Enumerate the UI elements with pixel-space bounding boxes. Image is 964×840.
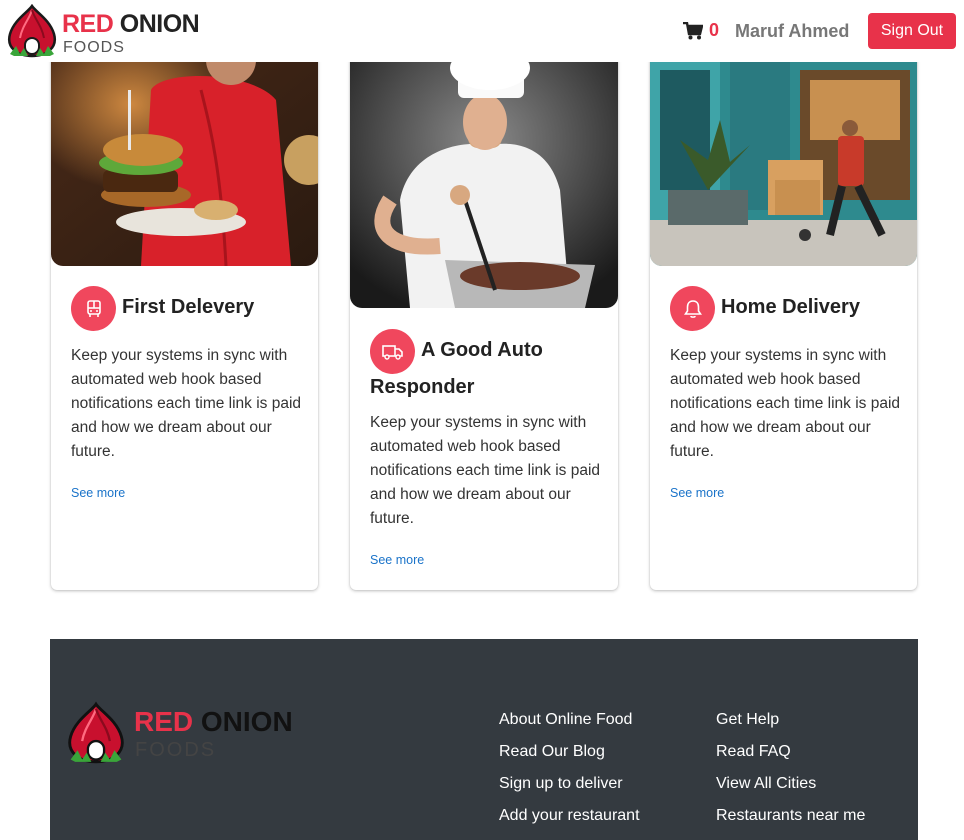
cart-count: 0: [709, 20, 720, 40]
footer-links-col1: About Online Food Read Our Blog Sign up …: [499, 711, 640, 839]
footer: RED ONION FOODS About Online Food Read O…: [50, 639, 918, 840]
footer-link-add-restaurant[interactable]: Add your restaurant: [499, 807, 640, 839]
card2-title: A Good Auto Responder: [370, 339, 543, 398]
bell-icon: [683, 299, 702, 318]
footer-logo[interactable]: RED ONION FOODS: [66, 701, 296, 765]
brand-sub: FOODS: [63, 39, 125, 56]
card1-text: Keep your systems in sync with automated…: [71, 347, 302, 460]
card3-icon-badge: [670, 286, 715, 331]
brand-name-red: RED: [62, 10, 114, 38]
footer-link-about[interactable]: About Online Food: [499, 711, 640, 743]
footer-brand-dark: ONION: [200, 706, 293, 737]
brand-name-dark: ONION: [119, 10, 200, 38]
sign-out-button[interactable]: Sign Out: [868, 13, 956, 49]
card3-see-more-link[interactable]: See more: [670, 486, 724, 500]
card2-text: Keep your systems in sync with automated…: [370, 414, 601, 527]
feature-card-2: A Good Auto Responder Keep your systems …: [350, 50, 618, 590]
footer-brand-sub: FOODS: [135, 739, 217, 761]
bus-icon: [86, 299, 101, 317]
burger-photo: [51, 50, 318, 266]
card1-see-more-link[interactable]: See more: [71, 486, 125, 500]
footer-links-col2: Get Help Read FAQ View All Cities Restau…: [716, 711, 865, 839]
feature-card-3: Home Delivery Keep your systems in sync …: [650, 50, 917, 590]
onion-logo-icon: [7, 4, 57, 58]
footer-link-help[interactable]: Get Help: [716, 711, 865, 743]
chef-photo: [350, 50, 618, 308]
card1-title: First Delevery: [122, 296, 255, 318]
footer-brand-red: RED: [134, 706, 194, 737]
delivery-photo: [650, 50, 917, 266]
brand-logo[interactable]: RED ONION FOODS: [6, 4, 200, 58]
onion-logo-icon: [68, 701, 124, 764]
card3-text: Keep your systems in sync with automated…: [670, 347, 901, 460]
footer-link-faq[interactable]: Read FAQ: [716, 743, 865, 775]
cart-icon: [683, 21, 703, 39]
user-name[interactable]: Maruf Ahmed: [735, 21, 849, 42]
card1-icon-badge: [71, 286, 116, 331]
footer-link-restaurants-near[interactable]: Restaurants near me: [716, 807, 865, 839]
card3-title: Home Delivery: [721, 296, 860, 318]
footer-link-blog[interactable]: Read Our Blog: [499, 743, 640, 775]
footer-link-cities[interactable]: View All Cities: [716, 775, 865, 807]
card2-see-more-link[interactable]: See more: [370, 553, 424, 567]
cart-button[interactable]: 0: [683, 20, 719, 41]
feature-card-1: First Delevery Keep your systems in sync…: [51, 50, 318, 590]
header: RED ONION FOODS 0 Maruf Ahmed Sign Out: [0, 0, 964, 62]
footer-link-signup-deliver[interactable]: Sign up to deliver: [499, 775, 640, 807]
